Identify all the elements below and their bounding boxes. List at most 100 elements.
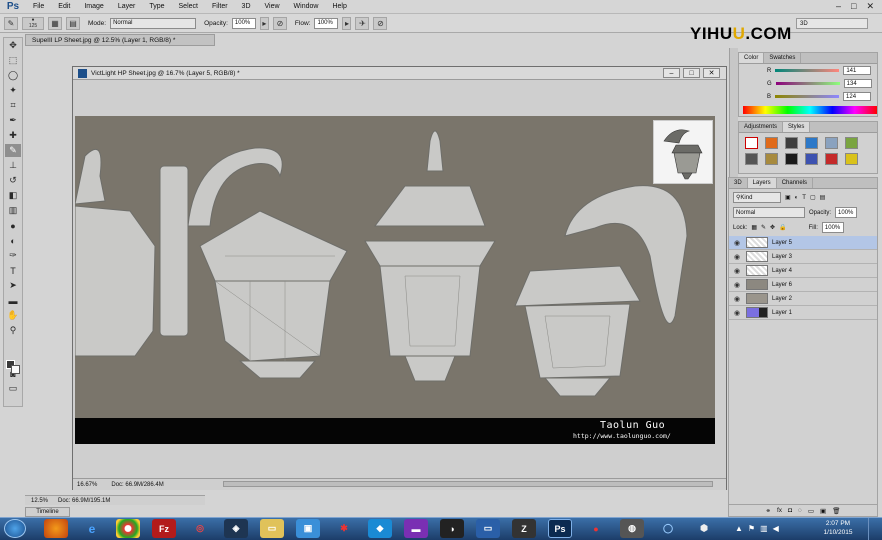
layer-row-6[interactable]: ◉ Layer 6: [729, 278, 877, 292]
flow-field[interactable]: 100%: [314, 17, 339, 29]
app-gamepad-icon[interactable]: ◑: [440, 519, 464, 538]
menu-layer[interactable]: Layer: [111, 3, 143, 10]
blur-tool-icon[interactable]: ●: [5, 219, 21, 232]
blue-value[interactable]: 124: [843, 92, 872, 101]
menu-window[interactable]: Window: [287, 3, 326, 10]
canvas[interactable]: Taolun Guo http://www.taolunguo.com/: [75, 116, 715, 444]
eye-icon[interactable]: ◉: [734, 239, 742, 247]
layer-row-3[interactable]: ◉ Layer 3: [729, 250, 877, 264]
filter-shape-icon[interactable]: ▢: [810, 194, 816, 201]
eye-icon[interactable]: ◉: [734, 309, 742, 317]
clock[interactable]: 2:07 PM 1/10/2015: [818, 519, 858, 538]
lasso-tool-icon[interactable]: ◯: [5, 69, 21, 82]
style-swatch[interactable]: [765, 137, 778, 149]
eye-icon[interactable]: ◉: [734, 281, 742, 289]
app-window-icon[interactable]: ▣: [296, 519, 320, 538]
eye-icon[interactable]: ◉: [734, 295, 742, 303]
trash-icon[interactable]: 🗑: [832, 507, 840, 515]
add-mask-icon[interactable]: ◘: [788, 507, 792, 514]
layer-filter-kind[interactable]: ⚲ Kind: [733, 192, 781, 203]
eraser-tool-icon[interactable]: ◧: [5, 189, 21, 202]
move-tool-icon[interactable]: ✥: [5, 39, 21, 52]
tab-3d[interactable]: 3D: [729, 178, 748, 188]
horizontal-scrollbar[interactable]: [223, 481, 713, 487]
menu-select[interactable]: Select: [172, 3, 205, 10]
back-zoom-level[interactable]: 12.5%: [31, 498, 48, 504]
type-tool-icon[interactable]: T: [5, 264, 21, 277]
brush-tool-icon[interactable]: ✎: [5, 144, 21, 157]
background-color-swatch[interactable]: [11, 365, 20, 374]
layer-row-4[interactable]: ◉ Layer 4: [729, 264, 877, 278]
blue-slider[interactable]: [775, 95, 840, 98]
show-desktop-button[interactable]: [868, 518, 882, 540]
dropbox-icon[interactable]: ◆: [368, 519, 392, 538]
app-purple-icon[interactable]: ▬: [404, 519, 428, 538]
layer-row-5[interactable]: ◉ Layer 5: [729, 236, 877, 250]
lock-all-icon[interactable]: 🔒: [779, 224, 786, 231]
new-group-icon[interactable]: ▭: [808, 507, 814, 515]
menu-view[interactable]: View: [258, 3, 287, 10]
green-slider[interactable]: [775, 82, 840, 85]
menu-type[interactable]: Type: [142, 3, 171, 10]
style-swatch[interactable]: [765, 153, 778, 165]
filter-adjust-icon[interactable]: ◐: [795, 195, 799, 201]
new-layer-icon[interactable]: ▣: [820, 507, 826, 515]
folder-icon[interactable]: ▭: [260, 519, 284, 538]
adjustment-layer-icon[interactable]: ◌: [798, 507, 802, 514]
brush-panel-icon[interactable]: ▦: [48, 16, 62, 30]
document-tab-supelll[interactable]: SupeIII LP Sheet.jpg @ 12.5% (Layer 1, R…: [25, 34, 215, 46]
brush-preset-icon[interactable]: ✎: [4, 16, 18, 30]
history-brush-tool-icon[interactable]: ↺: [5, 174, 21, 187]
pressure-size-icon[interactable]: ⊘: [373, 16, 388, 30]
style-swatch[interactable]: [745, 153, 758, 165]
shape-tool-icon[interactable]: ▬: [5, 294, 21, 307]
lock-transparency-icon[interactable]: ▦: [751, 224, 757, 231]
tab-color[interactable]: Color: [739, 53, 765, 63]
timeline-tab[interactable]: Timeline: [25, 507, 70, 517]
firefox-icon[interactable]: [44, 519, 68, 538]
network-icon[interactable]: ▥: [760, 524, 768, 533]
gradient-tool-icon[interactable]: ▥: [5, 204, 21, 217]
doc-maximize-button[interactable]: □: [683, 68, 700, 78]
quick-select-tool-icon[interactable]: ✦: [5, 84, 21, 97]
healing-tool-icon[interactable]: ✚: [5, 129, 21, 142]
layer-row-2[interactable]: ◉ Layer 2: [729, 292, 877, 306]
zoom-tool-icon[interactable]: ⚲: [5, 324, 21, 337]
photoshop-taskbar-icon[interactable]: Ps: [548, 519, 572, 538]
tab-styles[interactable]: Styles: [783, 122, 811, 132]
style-swatch[interactable]: [745, 137, 758, 149]
crop-tool-icon[interactable]: ⌗: [5, 99, 21, 112]
app-red-circle-icon[interactable]: ●: [584, 519, 608, 538]
maximize-button[interactable]: □: [851, 1, 856, 12]
document-title-bar[interactable]: VictLight HP Sheet.jpg @ 16.7% (Layer 5,…: [73, 67, 726, 80]
screen-mode-icon[interactable]: ▭: [5, 382, 21, 395]
filter-pixel-icon[interactable]: ▣: [785, 194, 791, 201]
app-red-icon[interactable]: ✱: [332, 519, 356, 538]
opacity-dropdown-icon[interactable]: ▸: [259, 16, 269, 30]
start-button[interactable]: [4, 519, 26, 538]
link-layers-icon[interactable]: ⚭: [766, 507, 771, 515]
menu-filter[interactable]: Filter: [205, 3, 235, 10]
style-swatch[interactable]: [845, 153, 858, 165]
style-swatch[interactable]: [805, 153, 818, 165]
mode-select[interactable]: Normal: [110, 17, 197, 29]
style-swatch[interactable]: [825, 153, 838, 165]
tab-swatches[interactable]: Swatches: [764, 53, 802, 63]
flow-dropdown-icon[interactable]: ▸: [342, 16, 352, 30]
green-value[interactable]: 134: [843, 79, 872, 88]
menu-help[interactable]: Help: [325, 3, 353, 10]
dodge-tool-icon[interactable]: ◐: [5, 234, 21, 247]
marquee-tool-icon[interactable]: ⬚: [5, 54, 21, 67]
airbrush-icon[interactable]: ✈: [355, 16, 370, 30]
zbrush-icon[interactable]: Z: [512, 519, 536, 538]
brush-preset-panel-icon[interactable]: ▤: [66, 16, 80, 30]
filter-smart-icon[interactable]: ▤: [820, 194, 826, 201]
app-swirl-icon[interactable]: ◎: [188, 519, 212, 538]
ie-icon[interactable]: e: [80, 519, 104, 538]
lock-position-icon[interactable]: ✥: [770, 224, 775, 231]
layer-row-1[interactable]: ◉ Layer 1: [729, 306, 877, 320]
doc-minimize-button[interactable]: –: [663, 68, 680, 78]
close-button[interactable]: ✕: [866, 1, 874, 12]
hand-tool-icon[interactable]: ✋: [5, 309, 21, 322]
chrome-icon[interactable]: [116, 519, 140, 538]
